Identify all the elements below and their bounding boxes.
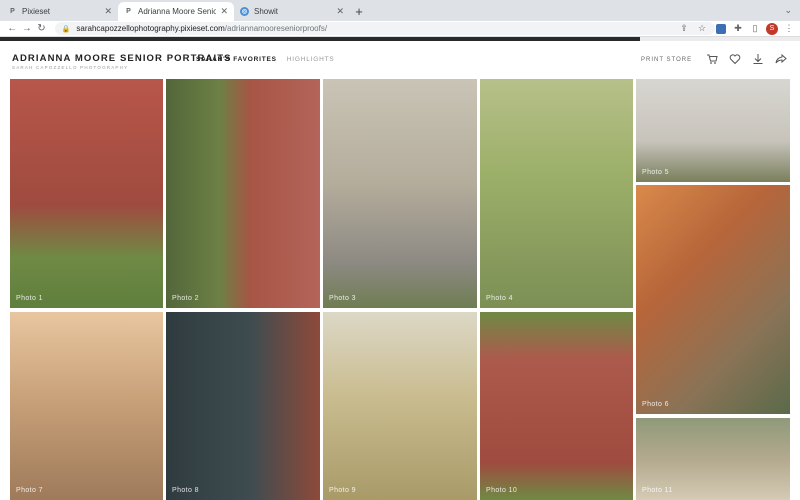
close-icon[interactable]: ✕ [104,6,112,17]
reload-icon[interactable]: ↻ [34,22,49,36]
gallery-photo[interactable]: Photo 8 [166,312,320,500]
gallery-photo[interactable]: Photo 4 [480,79,633,308]
browser-tab-showit[interactable]: ◎ Showit ✕ [234,2,350,21]
photo-placeholder-label: Photo 1 [16,295,43,302]
gallery-photo[interactable]: Photo 9 [323,312,477,500]
new-tab-button[interactable]: + [350,2,368,21]
menu-kebab-icon[interactable]: ⋮ [783,23,795,35]
photo-placeholder-label: Photo 4 [486,295,513,302]
url-host: sarahcapozzellophotography.pixieset.com [76,24,225,33]
nav-highlights[interactable]: HIGHLIGHTS [287,56,335,63]
download-icon[interactable] [752,53,764,65]
gallery-photo[interactable]: Photo 5 [636,79,790,182]
photo-placeholder-label: Photo 5 [642,169,669,176]
forward-icon[interactable]: → [20,22,35,36]
back-icon[interactable]: ← [5,22,20,36]
header-actions [706,53,787,65]
gallery-photo[interactable]: Photo 1 [10,79,163,308]
browser-toolbar: ← → ↻ 🔒 sarahcapozzellophotography.pixie… [0,21,800,37]
photo-placeholder-label: Photo 3 [329,295,356,302]
cart-icon[interactable] [706,53,718,65]
photo-placeholder-label: Photo 2 [172,295,199,302]
photo-placeholder-label: Photo 10 [486,487,518,494]
gallery-photo[interactable]: Photo 7 [10,312,163,500]
gallery-header: ADRIANNA MOORE SENIOR PORTRAITS SARAH CA… [0,41,800,79]
globe-icon: ◎ [240,7,249,16]
photo-placeholder-label: Photo 9 [329,487,356,494]
side-panel-icon[interactable]: ▯ [749,23,761,35]
photo-placeholder-label: Photo 8 [172,487,199,494]
photo-placeholder-label: Photo 6 [642,401,669,408]
tab-search-icon[interactable]: ⌄ [784,5,792,16]
pixieset-favicon-icon: P [126,8,131,15]
photo-placeholder-label: Photo 7 [16,487,43,494]
tab-label: Adrianna Moore Senior Portraits [138,7,217,16]
gallery-photo[interactable]: Photo 6 [636,185,790,414]
gallery-photo[interactable]: Photo 11 [636,418,790,500]
puzzle-extensions-icon[interactable]: ✚ [732,23,744,35]
lock-icon[interactable]: 🔒 [62,25,71,33]
close-icon[interactable]: ✕ [220,6,228,17]
photo-placeholder-label: Photo 11 [642,487,673,494]
photo-grid: Photo 1 Photo 2 Photo 3 Photo 4 Photo 5 … [0,79,800,500]
browser-tab-pixieset[interactable]: P Pixieset ✕ [2,2,118,21]
profile-avatar[interactable]: S [766,22,779,35]
pixieset-favicon-icon: P [10,8,15,15]
photographer-name: SARAH CAPOZZELLO PHOTOGRAPHY [12,65,129,70]
gallery-photo[interactable]: Photo 2 [166,79,320,308]
gallery-nav: SARAH'S FAVORITES HIGHLIGHTS [196,56,335,63]
nav-sarahs-favorites[interactable]: SARAH'S FAVORITES [196,56,277,63]
browser-tab-gallery[interactable]: P Adrianna Moore Senior Portraits ✕ [118,2,234,21]
close-icon[interactable]: ✕ [336,6,344,17]
bookmark-star-icon[interactable]: ☆ [696,23,708,35]
share-icon[interactable] [775,53,787,65]
gallery-photo[interactable]: Photo 10 [480,312,633,500]
heart-icon[interactable] [729,53,741,65]
url-path: /adriannamooreseniorproofs/ [224,24,328,33]
share-page-icon[interactable]: ⇪ [678,23,690,35]
gallery-photo[interactable]: Photo 3 [323,79,477,308]
address-bar[interactable]: 🔒 sarahcapozzellophotography.pixieset.co… [54,22,716,35]
print-store-link[interactable]: PRINT STORE [641,57,692,63]
tab-label: Pixieset [22,7,51,16]
browser-tab-bar: P Pixieset ✕ P Adrianna Moore Senior Por… [0,0,800,21]
extension-icon[interactable] [715,23,727,35]
tab-label: Showit [254,7,279,16]
